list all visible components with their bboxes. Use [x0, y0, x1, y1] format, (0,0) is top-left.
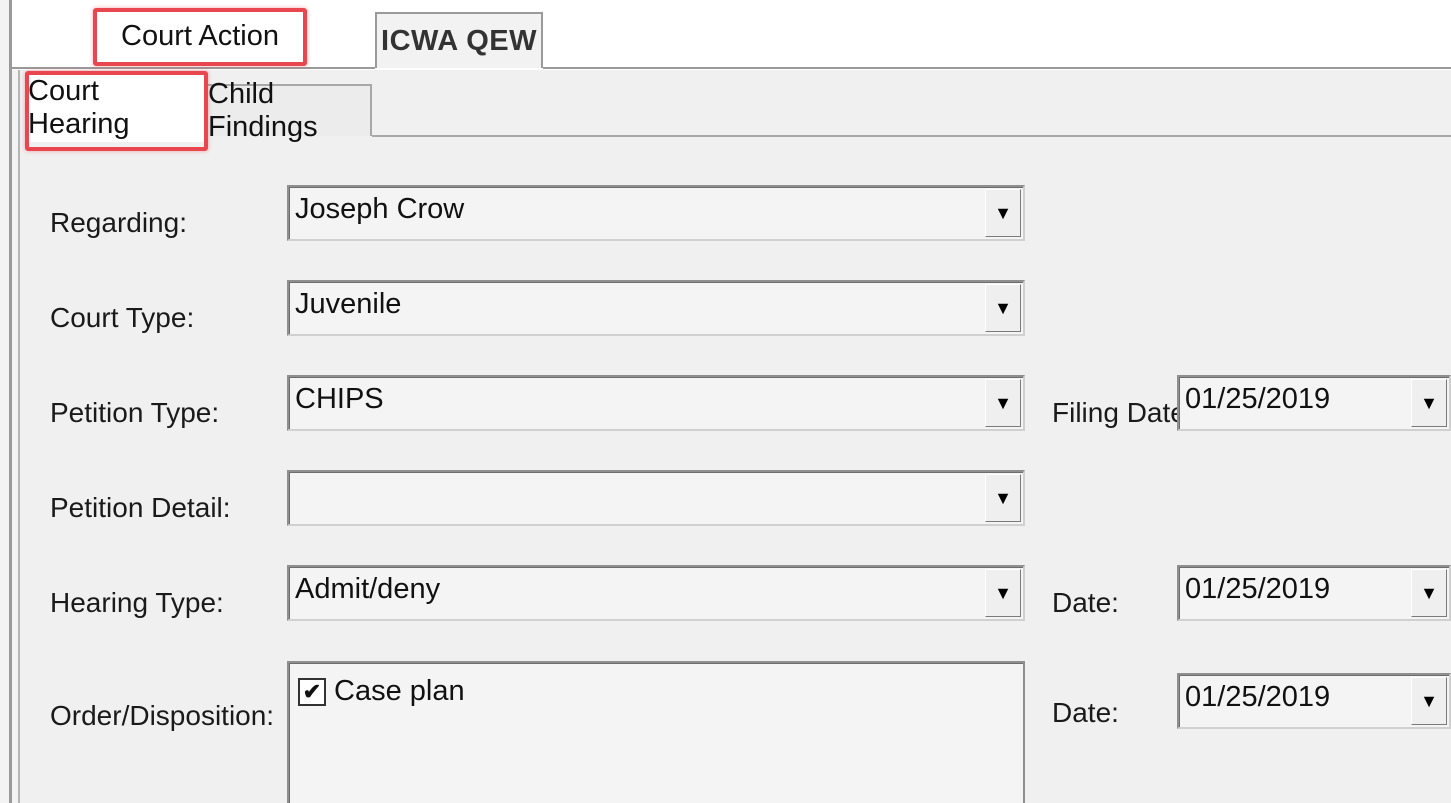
hearing-date-value: 01/25/2019	[1185, 573, 1331, 605]
order-disposition-list[interactable]: ✔ Case plan	[287, 661, 1025, 803]
petition-detail-dropdown[interactable]: ▼	[287, 470, 1025, 526]
petition-type-label: Petition Type:	[50, 397, 220, 428]
regarding-label: Regarding:	[50, 207, 187, 238]
hearing-type-dropdown[interactable]: Admit/deny ▼	[287, 565, 1025, 621]
hearing-type-value: Admit/deny	[295, 573, 441, 605]
list-item[interactable]: ✔ Case plan	[289, 663, 689, 717]
outer-tab-strip-line	[543, 67, 1451, 69]
tab-icwa-qew[interactable]: ICWA QEW	[375, 12, 543, 68]
hearing-date-picker[interactable]: 01/25/2019 ▼	[1177, 565, 1451, 621]
case-plan-label: Case plan	[334, 675, 465, 707]
hearing-type-label: Hearing Type:	[50, 587, 224, 618]
outer-tab-underline	[12, 67, 375, 69]
tab-court-hearing[interactable]: Court Hearing	[28, 74, 206, 142]
chevron-down-icon[interactable]: ▼	[1411, 677, 1447, 725]
regarding-value: Joseph Crow	[295, 193, 465, 225]
inner-tab-strip-line	[372, 135, 1451, 137]
chevron-down-icon[interactable]: ▼	[1411, 379, 1447, 427]
court-type-value: Juvenile	[295, 288, 402, 320]
window-left-border	[9, 0, 12, 803]
order-date-value: 01/25/2019	[1185, 681, 1331, 713]
chevron-down-icon[interactable]: ▼	[985, 189, 1021, 237]
chevron-down-icon[interactable]: ▼	[985, 284, 1021, 332]
petition-type-dropdown[interactable]: CHIPS ▼	[287, 375, 1025, 431]
chevron-down-icon[interactable]: ▼	[985, 379, 1021, 427]
order-date-label: Date:	[1052, 697, 1119, 728]
order-date-picker[interactable]: 01/25/2019 ▼	[1177, 673, 1451, 729]
filing-date-label: Filing Date:	[1052, 397, 1194, 428]
chevron-down-icon[interactable]: ▼	[985, 569, 1021, 617]
tab-child-findings[interactable]: Child Findings	[206, 78, 372, 143]
filing-date-value: 01/25/2019	[1185, 383, 1331, 415]
chevron-down-icon[interactable]: ▼	[985, 474, 1021, 522]
hearing-date-label: Date:	[1052, 587, 1119, 618]
court-type-dropdown[interactable]: Juvenile ▼	[287, 280, 1025, 336]
filing-date-picker[interactable]: 01/25/2019 ▼	[1177, 375, 1451, 431]
checkmark-icon[interactable]: ✔	[298, 678, 326, 706]
petition-type-value: CHIPS	[295, 383, 384, 415]
tab-court-action[interactable]: Court Action	[95, 9, 305, 63]
order-disposition-label: Order/Disposition:	[50, 700, 275, 731]
petition-detail-label: Petition Detail:	[50, 492, 231, 523]
chevron-down-icon[interactable]: ▼	[1411, 569, 1447, 617]
regarding-dropdown[interactable]: Joseph Crow ▼	[287, 185, 1025, 241]
court-type-label: Court Type:	[50, 302, 195, 333]
